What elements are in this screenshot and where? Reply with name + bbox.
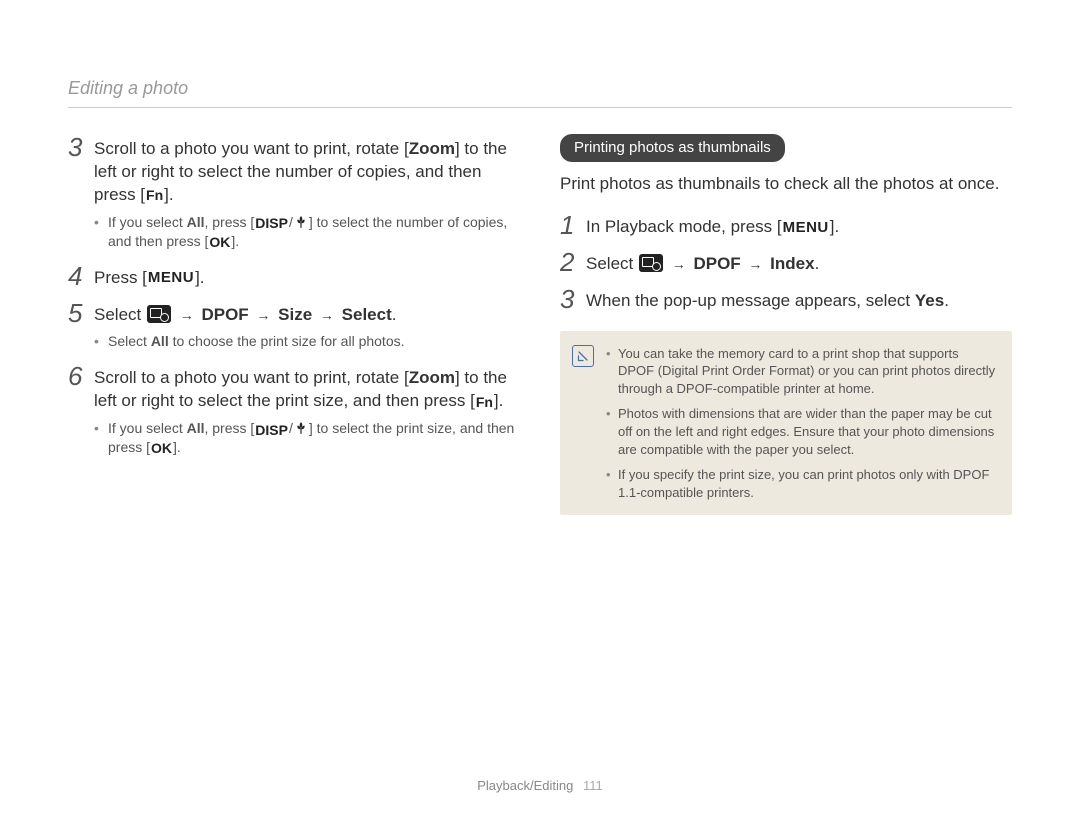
step: 2Select → DPOF → Index. [560,249,1012,276]
step: 6Scroll to a photo you want to print, ro… [68,363,520,413]
note-box: You can take the memory card to a print … [560,331,1012,515]
step-number: 3 [560,286,586,312]
arrow-icon: → [748,255,762,274]
note-list: You can take the memory card to a print … [606,345,996,501]
section-intro: Print photos as thumbnails to check all … [560,174,1012,194]
ok-icon: OK [209,234,230,250]
note-item: You can take the memory card to a print … [606,345,996,398]
page-title: Editing a photo [68,0,1012,108]
disp-icon: DISP [255,215,288,231]
arrow-icon: → [256,306,270,325]
right-steps: 1In Playback mode, press [MENU].2Select … [560,212,1012,313]
step-sub-bullet: Select All to choose the print size for … [94,332,520,351]
step-body: In Playback mode, press [MENU]. [586,212,839,239]
step-body: Press [MENU]. [94,263,205,290]
section-badge: Printing photos as thumbnails [560,134,785,162]
step-number: 1 [560,212,586,238]
macro-icon [294,421,308,435]
footer-section: Playback/Editing [477,778,573,793]
right-column: Printing photos as thumbnails Print phot… [560,134,1012,515]
step-number: 6 [68,363,94,389]
step: 3Scroll to a photo you want to print, ro… [68,134,520,207]
footer-page-number: 111 [583,778,603,793]
fn-icon: Fn [146,187,163,203]
step: 3When the pop-up message appears, select… [560,286,1012,313]
macro-icon [294,215,308,229]
menu-icon: MENU [148,270,194,286]
step-sub-bullets: Select All to choose the print size for … [94,332,520,351]
left-steps: 3Scroll to a photo you want to print, ro… [68,134,520,457]
page-footer: Playback/Editing 111 [0,778,1080,793]
step-body: Select → DPOF → Index. [586,249,819,276]
ok-icon: OK [151,440,172,456]
step-sub-bullets: If you select All, press [DISP/] to sele… [94,419,520,457]
note-item: If you specify the print size, you can p… [606,466,996,501]
fn-icon: Fn [476,394,493,410]
image-settings-icon [639,254,663,272]
step-number: 2 [560,249,586,275]
note-item: Photos with dimensions that are wider th… [606,405,996,458]
arrow-icon: → [672,255,686,274]
note-icon [572,345,594,367]
step-sub-bullet: If you select All, press [DISP/] to sele… [94,213,520,251]
step-body: Select → DPOF → Size → Select. [94,300,396,327]
image-settings-icon [147,305,171,323]
step-number: 4 [68,263,94,289]
step-body: Scroll to a photo you want to print, rot… [94,363,520,413]
step-body: Scroll to a photo you want to print, rot… [94,134,520,207]
arrow-icon: → [320,306,334,325]
step: 5Select → DPOF → Size → Select. [68,300,520,327]
step-number: 3 [68,134,94,160]
step: 1In Playback mode, press [MENU]. [560,212,1012,239]
menu-icon: MENU [783,220,829,236]
step-sub-bullet: If you select All, press [DISP/] to sele… [94,419,520,457]
step-sub-bullets: If you select All, press [DISP/] to sele… [94,213,520,251]
left-column: 3Scroll to a photo you want to print, ro… [68,134,520,515]
step-number: 5 [68,300,94,326]
step: 4Press [MENU]. [68,263,520,290]
disp-icon: DISP [255,422,288,438]
arrow-icon: → [180,306,194,325]
step-body: When the pop-up message appears, select … [586,286,949,313]
